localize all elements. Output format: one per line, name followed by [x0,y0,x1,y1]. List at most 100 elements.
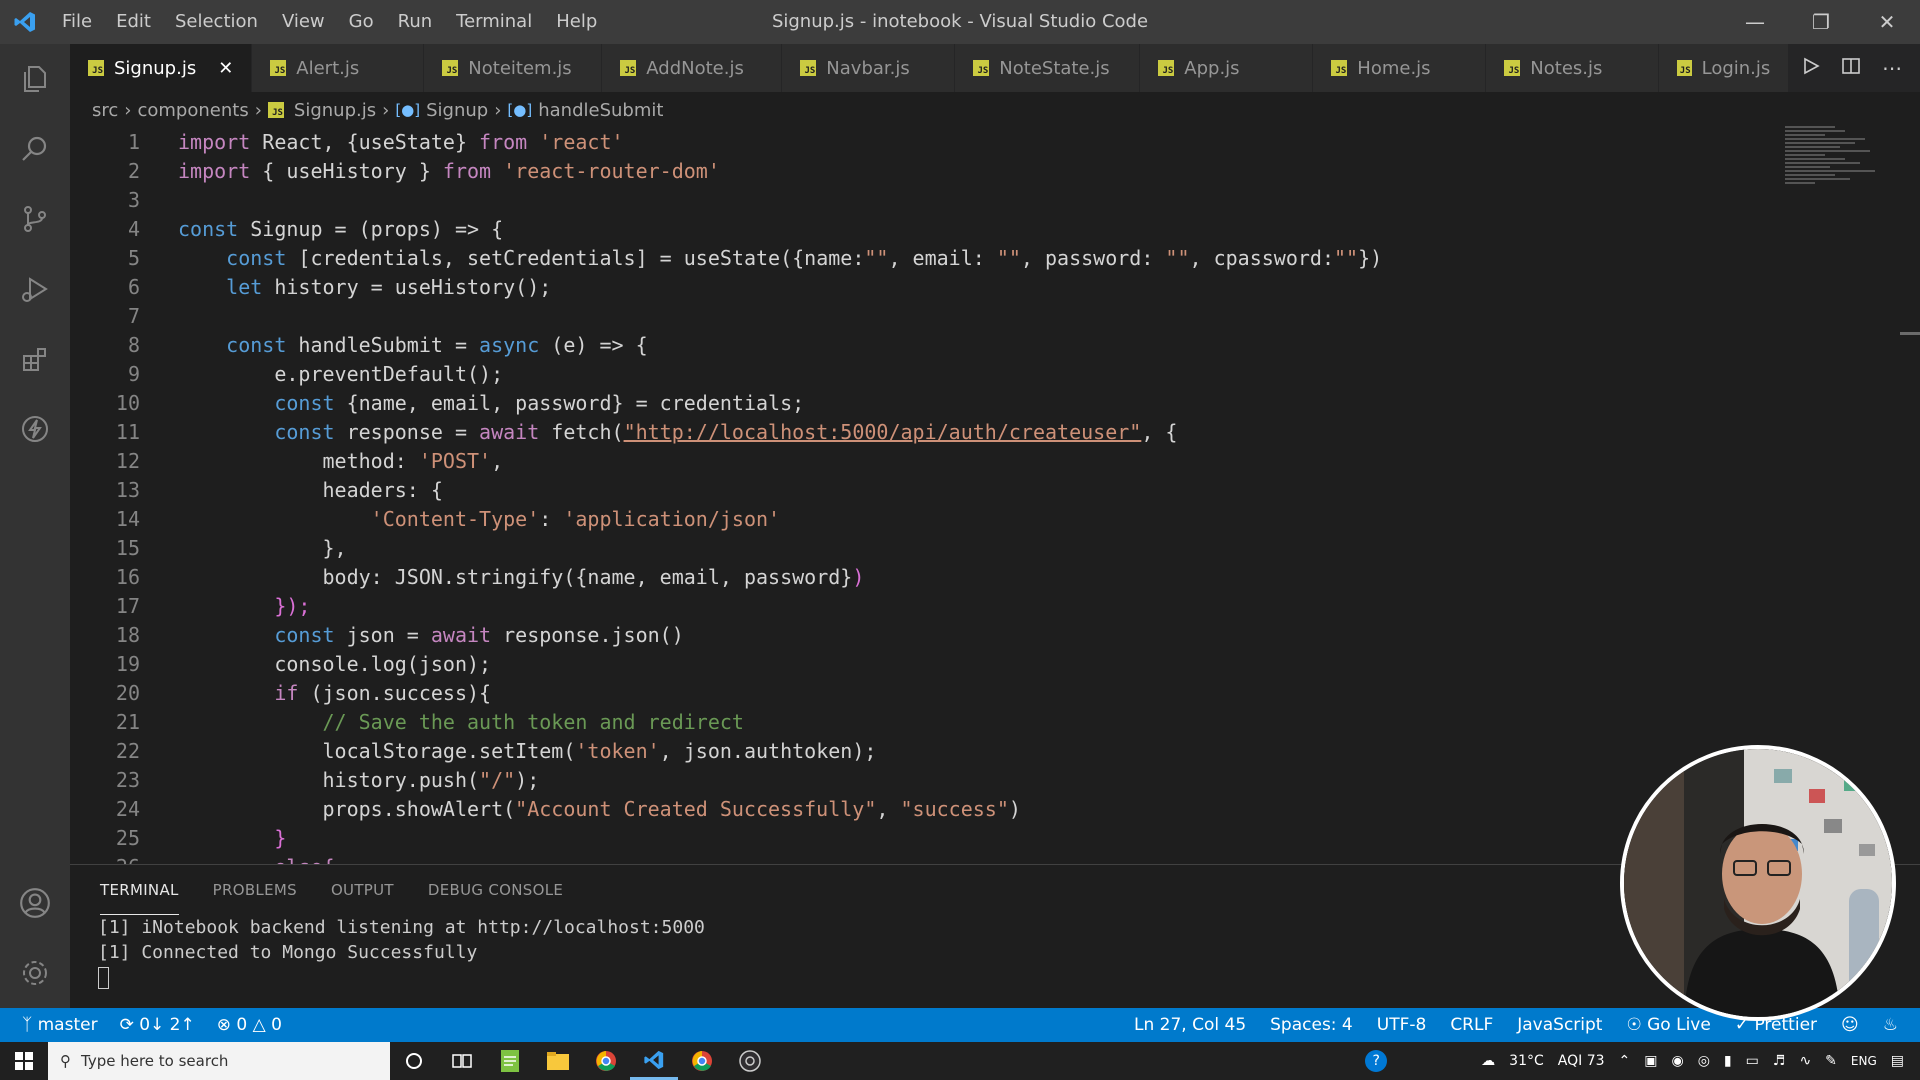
tray-app-icon[interactable]: ◎ [1698,1053,1710,1069]
wifi-icon[interactable]: ∿ [1799,1053,1811,1069]
menu-edit[interactable]: Edit [104,0,163,44]
tab-signup[interactable]: JS Signup.js ✕ [70,44,253,92]
obs-icon[interactable] [726,1042,774,1080]
tab-alert[interactable]: JS Alert.js [252,44,425,92]
code-text: body: JSON.stringify({name, email, passw… [322,565,865,589]
tab-notes[interactable]: JS Notes.js [1486,44,1660,92]
breadcrumb-file[interactable]: Signup.js [294,100,376,121]
code-line: 6 let history = useHistory(); [70,273,1860,302]
volume-icon[interactable]: ♬ [1773,1053,1786,1069]
chevron-up-icon[interactable]: ⌃ [1619,1053,1631,1069]
line-number: 25 [115,826,140,850]
weather-temp[interactable]: 31°C [1509,1053,1544,1069]
weather-cloud-icon[interactable]: ☁ [1481,1053,1495,1069]
notifications-bell-icon[interactable]: ♨ [1883,1015,1898,1035]
tab-terminal[interactable]: TERMINAL [100,865,179,915]
close-tab-icon[interactable]: ✕ [218,58,233,79]
breadcrumb-function[interactable]: handleSubmit [538,100,663,121]
menu-view[interactable]: View [270,0,337,44]
notification-center-icon[interactable]: ▤ [1891,1053,1904,1069]
js-file-icon: JS [442,60,459,76]
menu-terminal[interactable]: Terminal [444,0,544,44]
code-text: import React, {useState} from 'react' [178,130,624,154]
extensions-icon[interactable] [0,324,70,394]
microphone-icon[interactable]: ▮ [1724,1053,1732,1069]
webcam-overlay [1620,745,1896,1021]
menu-go[interactable]: Go [337,0,386,44]
settings-gear-icon[interactable] [0,938,70,1008]
code-editor[interactable]: 1 import React, {useState} from 'react' 2… [70,128,1860,864]
code-text: let history = useHistory(); [226,275,552,299]
cursor-position[interactable]: Ln 27, Col 45 [1134,1015,1246,1035]
close-window-button[interactable]: ✕ [1854,0,1920,44]
tab-output[interactable]: OUTPUT [331,865,394,915]
vscode-taskbar-icon[interactable] [630,1042,678,1080]
line-number: 21 [115,710,140,734]
menu-bar: File Edit Selection View Go Run Terminal… [50,0,609,44]
account-icon[interactable] [0,868,70,938]
code-line: 23 history.push("/"); [70,766,1860,795]
code-text: const handleSubmit = async (e) => { [226,333,648,357]
search-icon[interactable] [0,114,70,184]
windows-start-icon[interactable] [0,1042,48,1080]
tab-addnote[interactable]: JS AddNote.js [602,44,783,92]
branch-indicator[interactable]: ᛉ master [22,1015,98,1035]
tab-problems[interactable]: PROBLEMS [213,865,297,915]
tab-navbar[interactable]: JS Navbar.js [782,44,956,92]
indentation[interactable]: Spaces: 4 [1270,1015,1353,1035]
problems-indicator[interactable]: ⊗ 0 △ 0 [217,1015,282,1035]
line-ending[interactable]: CRLF [1450,1015,1493,1035]
broadcast-icon: ☉ [1626,1015,1642,1035]
lightning-icon[interactable] [0,394,70,464]
sync-indicator[interactable]: ⟳ 0↓ 2↑ [120,1015,195,1035]
cortana-icon[interactable] [390,1042,438,1080]
explorer-icon[interactable] [0,44,70,114]
tab-home[interactable]: JS Home.js [1313,44,1487,92]
more-actions-icon[interactable]: ⋯ [1882,56,1902,80]
code-line: 15 }, [70,534,1860,563]
tab-noteitem[interactable]: JS Noteitem.js [424,44,603,92]
tab-app[interactable]: JS App.js [1140,44,1314,92]
scrollbar-indicator[interactable] [1900,332,1920,335]
language-mode[interactable]: JavaScript [1517,1015,1602,1035]
split-editor-icon[interactable] [1842,57,1860,79]
run-debug-icon[interactable] [0,254,70,324]
tab-debug-console[interactable]: DEBUG CONSOLE [428,865,563,915]
aqi-indicator[interactable]: AQI 73 [1558,1053,1605,1069]
feedback-icon[interactable]: ☺ [1841,1015,1859,1035]
menu-selection[interactable]: Selection [163,0,270,44]
minimize-button[interactable]: — [1722,0,1788,44]
run-file-icon[interactable] [1802,57,1820,79]
chrome-profile-icon[interactable] [678,1042,726,1080]
help-icon[interactable]: ? [1365,1050,1388,1072]
chrome-icon[interactable] [582,1042,630,1080]
language-indicator[interactable]: ENG [1851,1054,1877,1068]
go-live-button[interactable]: ☉ Go Live [1626,1015,1710,1035]
line-number: 2 [127,159,140,183]
menu-run[interactable]: Run [386,0,445,44]
battery-icon[interactable]: ▭ [1746,1053,1759,1069]
restore-button[interactable]: ❐ [1788,0,1854,44]
encoding[interactable]: UTF-8 [1377,1015,1427,1035]
taskbar-search[interactable]: ⚲ Type here to search [48,1042,390,1080]
breadcrumb-component[interactable]: Signup [426,100,488,121]
title-bar: File Edit Selection View Go Run Terminal… [0,0,1920,44]
tab-login[interactable]: JS Login.js [1659,44,1790,92]
file-explorer-icon[interactable] [534,1042,582,1080]
minimap[interactable] [1785,124,1905,264]
menu-file[interactable]: File [50,0,104,44]
task-view-icon[interactable] [438,1042,486,1080]
notepad-app-icon[interactable] [486,1042,534,1080]
tray-app-icon[interactable]: ▣ [1644,1053,1657,1069]
breadcrumb-components[interactable]: components [137,100,248,121]
terminal-cursor [98,967,109,989]
tab-notestate[interactable]: JS NoteState.js [955,44,1141,92]
menu-help[interactable]: Help [544,0,609,44]
code-line: 11 const response = await fetch("http://… [70,418,1860,447]
breadcrumb-src[interactable]: src [92,100,118,121]
pen-icon[interactable]: ✎ [1825,1053,1837,1069]
line-number: 8 [127,333,140,357]
source-control-icon[interactable] [0,184,70,254]
tray-app-icon[interactable]: ◉ [1671,1053,1683,1069]
